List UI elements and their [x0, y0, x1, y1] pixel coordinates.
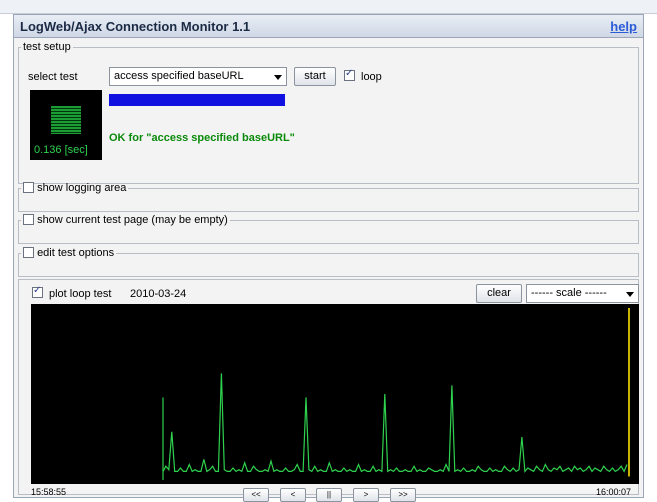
- test-page-group: show current test page (may be empty): [18, 214, 639, 244]
- activity-grid-icon: [51, 106, 81, 134]
- progress-bar: [109, 94, 285, 106]
- test-page-legend: show current test page (may be empty): [21, 214, 230, 226]
- plot-checkbox[interactable]: [32, 285, 43, 298]
- status-text: OK for "access specified baseURL": [109, 132, 295, 144]
- logging-legend: show logging area: [21, 182, 128, 194]
- top-strip: [0, 0, 657, 14]
- plot-date: 2010-03-24: [130, 288, 187, 300]
- scale-select-value: ------ scale ------: [531, 287, 607, 299]
- plot-label: plot loop test: [49, 288, 112, 300]
- clear-button[interactable]: clear: [476, 284, 522, 303]
- logging-checkbox[interactable]: [23, 182, 34, 193]
- scale-select[interactable]: ------ scale ------: [526, 284, 639, 303]
- pause-button[interactable]: ||: [316, 488, 342, 502]
- response-time-display: 0.136 [sec]: [30, 90, 102, 160]
- logging-group: show logging area: [18, 182, 639, 212]
- logging-label: show logging area: [37, 182, 127, 194]
- loop-label: loop: [361, 71, 382, 83]
- first-page-button[interactable]: <<: [243, 488, 269, 502]
- time-start-label: 15:58:55: [31, 487, 67, 497]
- loop-test-chart: [162, 308, 630, 480]
- test-options-group: edit test options: [18, 247, 639, 277]
- test-setup-group: test setup: [18, 41, 639, 184]
- loop-checkbox[interactable]: [344, 68, 355, 81]
- time-end-label: 16:00:07: [596, 487, 632, 497]
- select-test-label: select test: [28, 71, 78, 83]
- chevron-down-icon: [274, 75, 282, 80]
- title-bar: LogWeb/Ajax Connection Monitor 1.1 help: [14, 15, 643, 38]
- test-page-checkbox[interactable]: [23, 214, 34, 225]
- help-link[interactable]: help: [610, 19, 637, 34]
- test-select-value: access specified baseURL: [114, 70, 244, 82]
- chevron-down-icon: [626, 292, 634, 297]
- test-options-checkbox[interactable]: [23, 247, 34, 258]
- series-line: [162, 373, 628, 473]
- next-page-button[interactable]: >: [353, 488, 379, 502]
- test-options-label: edit test options: [37, 247, 115, 259]
- prev-page-button[interactable]: <: [280, 488, 306, 502]
- app-title: LogWeb/Ajax Connection Monitor 1.1: [20, 19, 251, 34]
- test-page-label: show current test page (may be empty): [37, 214, 228, 226]
- plot-area: [31, 304, 639, 484]
- test-select[interactable]: access specified baseURL: [109, 67, 287, 86]
- connection-monitor-panel: LogWeb/Ajax Connection Monitor 1.1 help …: [13, 14, 644, 502]
- test-setup-legend: test setup: [23, 41, 71, 53]
- timer-text: 0.136 [sec]: [34, 144, 88, 156]
- test-options-legend: edit test options: [21, 247, 116, 259]
- last-page-button[interactable]: >>: [390, 488, 416, 502]
- start-button[interactable]: start: [294, 67, 336, 86]
